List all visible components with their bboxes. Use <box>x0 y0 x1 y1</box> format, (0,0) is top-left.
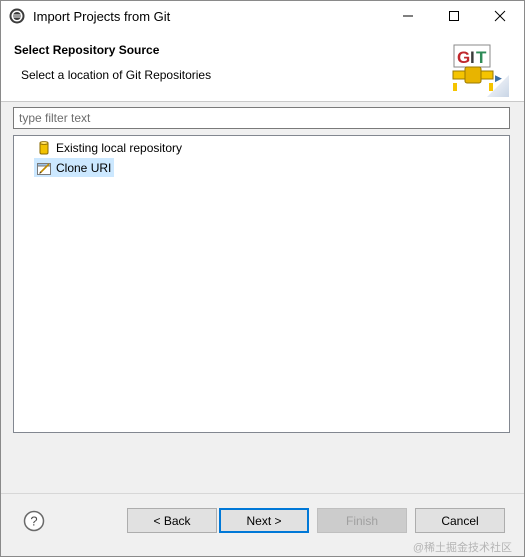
arrow-icon: ▶ <box>495 73 502 83</box>
window-title: Import Projects from Git <box>33 9 171 24</box>
close-icon <box>494 10 506 22</box>
wizard-header: Select Repository Source Select a locati… <box>1 31 524 102</box>
filter-input[interactable] <box>14 108 509 128</box>
close-button[interactable] <box>477 1 523 31</box>
tree-item-clone-uri[interactable]: Clone URI <box>34 158 115 177</box>
page-title: Select Repository Source <box>14 43 160 57</box>
import-dialog: Import Projects from Git Select Reposito… <box>0 0 525 557</box>
watermark: @稀土掘金技术社区 <box>412 542 512 554</box>
tree-item-existing-local-repository[interactable]: Existing local repository <box>34 138 185 157</box>
title-bar[interactable]: Import Projects from Git <box>1 1 524 31</box>
clone-uri-icon <box>37 162 51 175</box>
minimize-button[interactable] <box>385 1 431 31</box>
maximize-icon <box>449 11 459 21</box>
git-logo-icon: G I T ▶ <box>452 44 509 97</box>
finish-button[interactable]: Finish <box>317 508 407 533</box>
svg-text:G: G <box>457 48 470 67</box>
svg-text:T: T <box>476 48 487 67</box>
page-description: Select a location of Git Repositories <box>21 68 212 82</box>
svg-text:I: I <box>470 48 475 67</box>
cancel-button[interactable]: Cancel <box>415 508 505 533</box>
footer-divider <box>1 493 524 494</box>
minimize-icon <box>403 15 413 17</box>
eclipse-app-icon <box>9 8 25 24</box>
help-icon[interactable]: ? <box>23 510 45 532</box>
svg-text:?: ? <box>30 514 37 529</box>
filter-field[interactable] <box>13 107 510 129</box>
next-button[interactable]: Next > <box>219 508 309 533</box>
repository-cylinder-icon <box>39 140 49 154</box>
back-button[interactable]: < Back <box>127 508 217 533</box>
tree-item-label: Clone URI <box>56 160 112 175</box>
repository-source-tree[interactable]: Existing local repository Clone URI <box>13 135 510 433</box>
maximize-button[interactable] <box>431 1 477 31</box>
tree-item-label: Existing local repository <box>56 140 183 155</box>
